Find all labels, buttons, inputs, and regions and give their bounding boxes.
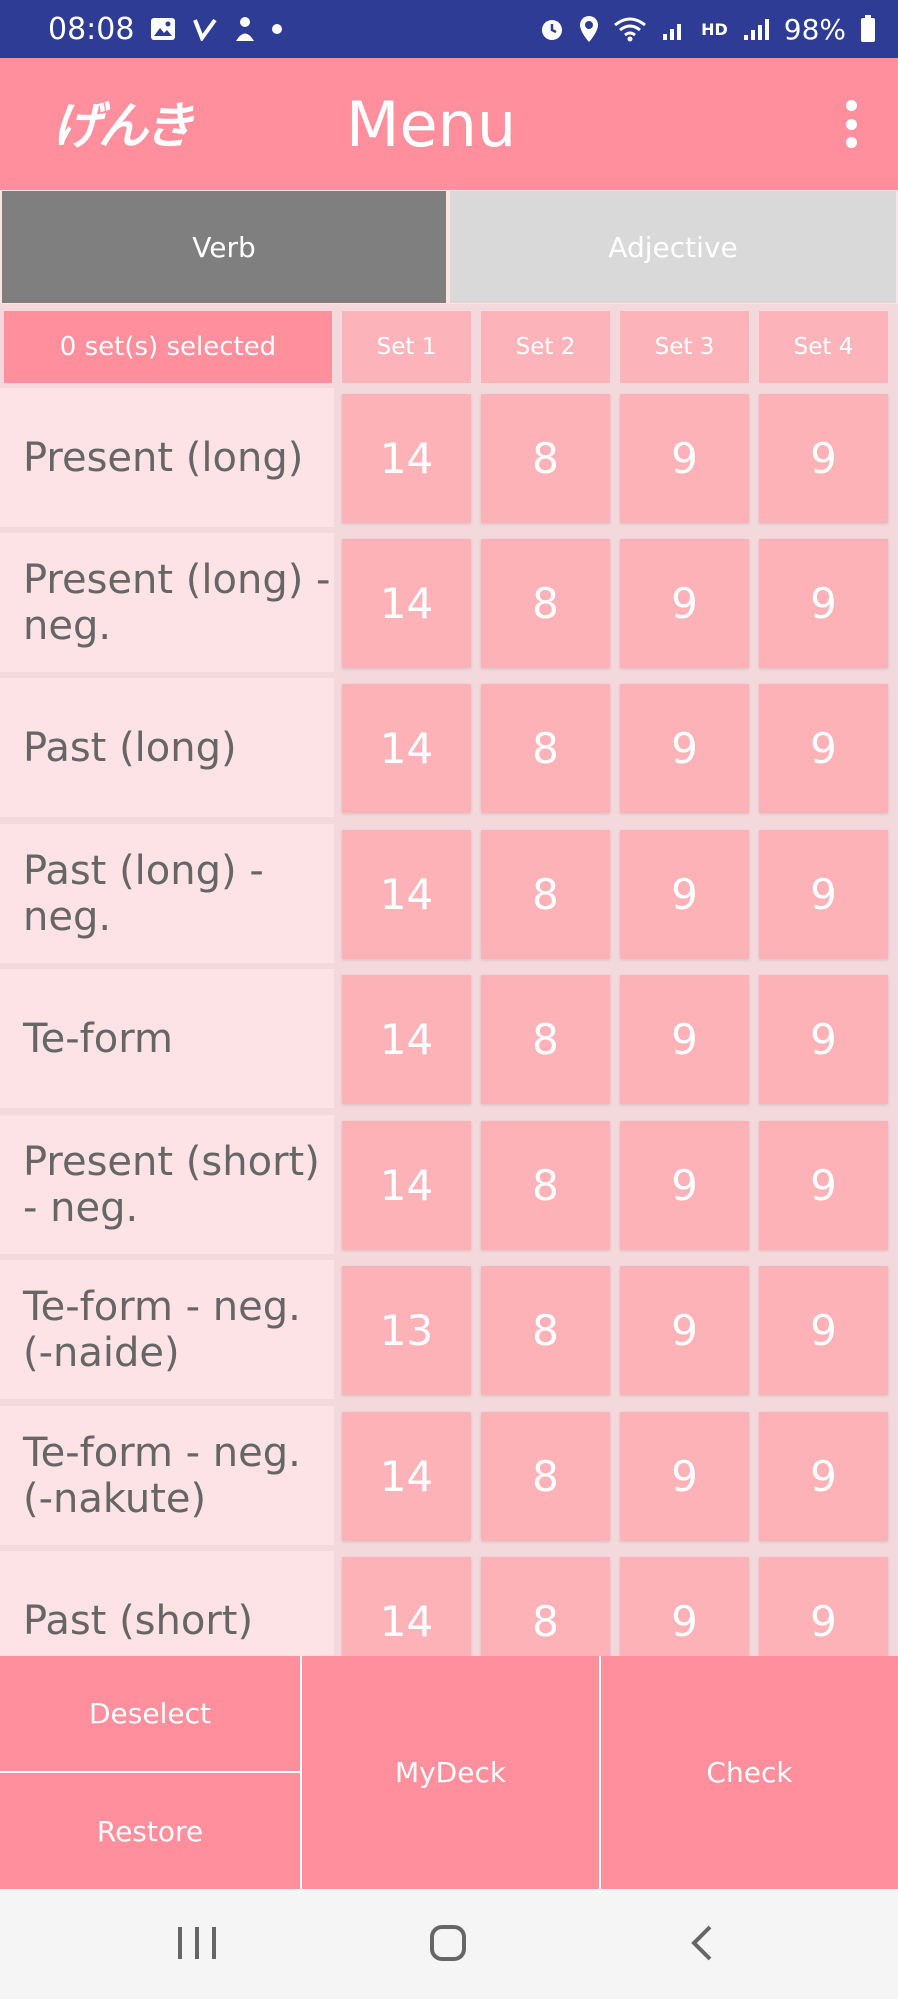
deselect-button[interactable]: Deselect: [0, 1656, 300, 1771]
count-cell[interactable]: 9: [620, 684, 749, 813]
status-bar: 08:08 HD 98%: [0, 0, 898, 58]
count-cell[interactable]: 9: [620, 975, 749, 1104]
battery-percent: 98%: [783, 12, 846, 46]
app-logo: げんき: [52, 97, 194, 155]
mydeck-button[interactable]: MyDeck: [302, 1656, 599, 1889]
alarm-icon: [539, 16, 565, 42]
grid-row: Te-form - neg. (-naide) 13 8 9 9: [0, 1260, 898, 1399]
row-label[interactable]: Past (long): [0, 678, 334, 817]
count-cell[interactable]: 9: [620, 830, 749, 959]
count-cell[interactable]: 14: [342, 1557, 471, 1656]
location-icon: [579, 15, 599, 43]
count-cell[interactable]: 14: [342, 975, 471, 1104]
count-cell[interactable]: 8: [481, 1266, 610, 1395]
grid-row: Past (short) 14 8 9 9: [0, 1551, 898, 1656]
battery-icon: [860, 15, 876, 43]
system-nav-bar: [0, 1889, 898, 1999]
count-cell[interactable]: 8: [481, 1412, 610, 1541]
selected-count-label: 0 set(s) selected: [4, 311, 332, 383]
count-cell[interactable]: 14: [342, 830, 471, 959]
grid-row: Te-form - neg. (-nakute) 14 8 9 9: [0, 1406, 898, 1545]
count-cell[interactable]: 9: [759, 1412, 888, 1541]
recents-icon[interactable]: [178, 1927, 216, 1959]
set-header-2[interactable]: Set 2: [481, 311, 610, 383]
home-icon[interactable]: [430, 1925, 466, 1961]
row-label[interactable]: Te-form: [0, 969, 334, 1108]
grid-row: Present (short) - neg. 14 8 9 9: [0, 1115, 898, 1254]
row-label[interactable]: Present (long): [0, 388, 334, 527]
action-bar: Deselect Restore MyDeck Check: [0, 1656, 898, 1889]
category-tabs: Verb Adjective: [0, 190, 898, 304]
count-cell[interactable]: 8: [481, 684, 610, 813]
count-cell[interactable]: 9: [759, 1557, 888, 1656]
back-icon[interactable]: [690, 1925, 714, 1961]
row-label[interactable]: Present (long) - neg.: [0, 533, 334, 672]
restore-button[interactable]: Restore: [0, 1773, 300, 1889]
count-cell[interactable]: 9: [620, 539, 749, 668]
count-cell[interactable]: 9: [620, 1557, 749, 1656]
count-cell[interactable]: 9: [759, 975, 888, 1104]
count-cell[interactable]: 8: [481, 394, 610, 523]
count-cell[interactable]: 9: [759, 830, 888, 959]
check-button[interactable]: Check: [601, 1656, 898, 1889]
more-options-icon[interactable]: [844, 100, 858, 148]
app-bar: げんき Menu: [0, 58, 898, 190]
wifi-icon: [613, 16, 647, 42]
count-cell[interactable]: 8: [481, 975, 610, 1104]
grid-row: Present (long) - neg. 14 8 9 9: [0, 533, 898, 672]
count-cell[interactable]: 9: [620, 394, 749, 523]
signal-icon: [742, 16, 770, 42]
count-cell[interactable]: 9: [759, 1121, 888, 1250]
conjugation-grid: 0 set(s) selected Set 1 Set 2 Set 3 Set …: [0, 304, 898, 1656]
row-label[interactable]: Past (short): [0, 1551, 334, 1656]
set-header-3[interactable]: Set 3: [620, 311, 749, 383]
count-cell[interactable]: 9: [759, 394, 888, 523]
row-label[interactable]: Te-form - neg. (-nakute): [0, 1406, 334, 1545]
signal-r-icon: [661, 16, 687, 42]
count-cell[interactable]: 8: [481, 1121, 610, 1250]
page-title: Menu: [346, 88, 517, 161]
count-cell[interactable]: 9: [620, 1412, 749, 1541]
grid-row: Present (long) 14 8 9 9: [0, 388, 898, 527]
count-cell[interactable]: 14: [342, 394, 471, 523]
status-time: 08:08: [48, 11, 135, 47]
count-cell[interactable]: 14: [342, 539, 471, 668]
count-cell[interactable]: 8: [481, 1557, 610, 1656]
count-cell[interactable]: 9: [759, 684, 888, 813]
network-type-label: HD: [701, 19, 728, 39]
count-cell[interactable]: 9: [759, 1266, 888, 1395]
person-icon: [234, 16, 256, 42]
grid-row: Past (long) 14 8 9 9: [0, 678, 898, 817]
gallery-icon: [150, 17, 176, 41]
tab-adjective[interactable]: Adjective: [450, 191, 896, 303]
row-label[interactable]: Past (long) - neg.: [0, 824, 334, 963]
check-app-icon: [192, 17, 218, 41]
grid-row: Te-form 14 8 9 9: [0, 969, 898, 1108]
set-header-4[interactable]: Set 4: [759, 311, 888, 383]
notification-dot-icon: [272, 24, 283, 34]
count-cell[interactable]: 9: [759, 539, 888, 668]
count-cell[interactable]: 14: [342, 1121, 471, 1250]
count-cell[interactable]: 8: [481, 539, 610, 668]
grid-row: Past (long) - neg. 14 8 9 9: [0, 824, 898, 963]
row-label[interactable]: Present (short) - neg.: [0, 1115, 334, 1254]
count-cell[interactable]: 9: [620, 1266, 749, 1395]
count-cell[interactable]: 14: [342, 1412, 471, 1541]
tab-verb[interactable]: Verb: [2, 191, 446, 303]
set-header-1[interactable]: Set 1: [342, 311, 471, 383]
count-cell[interactable]: 8: [481, 830, 610, 959]
count-cell[interactable]: 13: [342, 1266, 471, 1395]
count-cell[interactable]: 9: [620, 1121, 749, 1250]
count-cell[interactable]: 14: [342, 684, 471, 813]
row-label[interactable]: Te-form - neg. (-naide): [0, 1260, 334, 1399]
